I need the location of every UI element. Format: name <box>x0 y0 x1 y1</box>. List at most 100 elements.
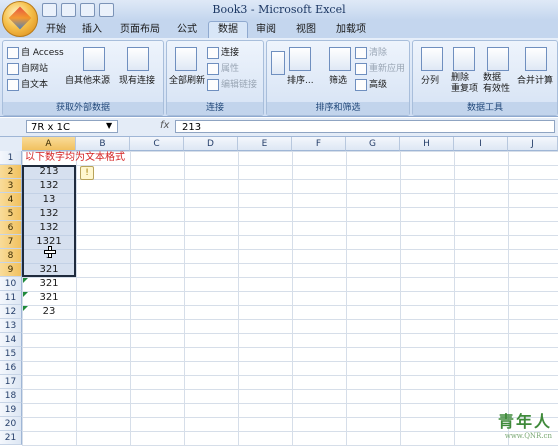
tab-page-layout[interactable]: 页面布局 <box>114 22 166 38</box>
row-header[interactable]: 9 <box>0 263 22 277</box>
reapply-button[interactable]: 重新应用 <box>355 61 405 75</box>
row-header[interactable]: 13 <box>0 319 22 333</box>
refresh-all-icon <box>175 47 197 71</box>
row-header[interactable]: 6 <box>0 221 22 235</box>
row-header[interactable]: 8 <box>0 249 22 263</box>
cell-a10[interactable]: 321 <box>22 277 76 291</box>
cell-a12[interactable]: 23 <box>22 305 76 319</box>
text-to-columns-button[interactable]: 分列 <box>421 73 439 86</box>
edit-links-button[interactable]: 编辑链接 <box>207 77 257 91</box>
cell-a5[interactable]: 132 <box>22 207 76 221</box>
column-header[interactable]: E <box>238 137 292 151</box>
group-connections-label: 连接 <box>167 102 263 115</box>
advanced-filter-icon <box>355 78 367 91</box>
row-header[interactable]: 15 <box>0 347 22 361</box>
row-header[interactable]: 11 <box>0 291 22 305</box>
column-header[interactable]: F <box>292 137 346 151</box>
existing-connections-button[interactable]: 现有连接 <box>119 73 155 86</box>
column-header[interactable]: B <box>76 137 130 151</box>
mouse-cross-cursor-icon <box>44 246 56 258</box>
row-header[interactable]: 19 <box>0 403 22 417</box>
row-header[interactable]: 17 <box>0 375 22 389</box>
from-access-button[interactable]: 自 Access <box>7 45 64 59</box>
group-external-label: 获取外部数据 <box>3 102 163 115</box>
group-external-data: 自 Access 自网站 自文本 自其他来源 现有连接 获取外部数据 <box>2 40 164 116</box>
row-header[interactable]: 1 <box>0 151 22 165</box>
cell-a3[interactable]: 132 <box>22 179 76 193</box>
data-validation-button[interactable]: 数据 有效性 <box>483 73 510 95</box>
row-header[interactable]: 7 <box>0 235 22 249</box>
column-header[interactable]: J <box>508 137 558 151</box>
row-header[interactable]: 21 <box>0 431 22 445</box>
sort-az-icon[interactable] <box>271 51 285 75</box>
sort-dialog-icon <box>289 47 311 71</box>
filter-button[interactable]: 筛选 <box>329 73 347 86</box>
formula-input[interactable]: 213 <box>175 120 555 133</box>
row-header[interactable]: 3 <box>0 179 22 193</box>
from-text-button[interactable]: 自文本 <box>7 77 48 91</box>
error-warning-icon[interactable]: ! <box>80 166 94 180</box>
from-web-label: 自网站 <box>21 64 49 74</box>
cell-a4[interactable]: 13 <box>22 193 76 207</box>
error-indicator-triangle <box>23 306 28 311</box>
name-box-dropdown-icon[interactable]: ▼ <box>106 121 112 130</box>
tab-view[interactable]: 视图 <box>290 22 322 38</box>
text-file-icon <box>7 78 19 91</box>
from-web-button[interactable]: 自网站 <box>7 61 48 75</box>
column-header[interactable]: H <box>400 137 454 151</box>
watermark-site: www.QNR.cn <box>504 432 552 440</box>
column-header[interactable]: G <box>346 137 400 151</box>
column-header[interactable]: I <box>454 137 508 151</box>
row-header[interactable]: 4 <box>0 193 22 207</box>
row-header[interactable]: 14 <box>0 333 22 347</box>
clear-filter-button[interactable]: 清除 <box>355 45 387 59</box>
cell-a6[interactable]: 132 <box>22 221 76 235</box>
row-header[interactable]: 2 <box>0 165 22 179</box>
from-access-label: 自 Access <box>21 48 64 58</box>
cell-a9[interactable]: 321 <box>22 263 76 277</box>
select-all-corner[interactable] <box>0 137 23 152</box>
cell-area[interactable] <box>22 151 558 446</box>
reapply-label: 重新应用 <box>369 64 406 74</box>
row-header[interactable]: 10 <box>0 277 22 291</box>
formula-bar: 7R x 1C ▼ fx 213 <box>0 118 558 137</box>
cell-a11[interactable]: 321 <box>22 291 76 305</box>
name-box[interactable]: 7R x 1C <box>26 120 118 133</box>
tab-formulas[interactable]: 公式 <box>170 22 204 38</box>
consolidate-icon <box>525 47 547 71</box>
row-header[interactable]: 20 <box>0 417 22 431</box>
from-other-sources-button[interactable]: 自其他来源 <box>65 73 110 86</box>
title-bar: Book3 - Microsoft Excel <box>0 0 558 21</box>
insert-function-button[interactable]: fx <box>160 120 169 131</box>
row-header[interactable]: 12 <box>0 305 22 319</box>
column-header[interactable]: A <box>22 137 76 151</box>
column-header[interactable]: C <box>130 137 184 151</box>
cell-a2[interactable]: 213 <box>22 165 76 179</box>
group-sort-filter: 排序... 筛选 清除 重新应用 高级 排序和筛选 <box>266 40 410 116</box>
properties-button[interactable]: 属性 <box>207 61 239 75</box>
tab-home[interactable]: 开始 <box>40 22 72 38</box>
remove-duplicates-icon <box>453 47 475 71</box>
group-sort-label: 排序和筛选 <box>267 102 409 115</box>
cell-a1[interactable]: 以下数字均为文本格式 <box>25 151 125 165</box>
row-header[interactable]: 16 <box>0 361 22 375</box>
consolidate-button[interactable]: 合并计算 <box>517 73 553 86</box>
tab-data[interactable]: 数据 <box>208 21 248 38</box>
group-connections: 全部刷新 连接 属性 编辑链接 连接 <box>166 40 264 116</box>
row-header[interactable]: 18 <box>0 389 22 403</box>
sort-button[interactable]: 排序... <box>287 73 314 86</box>
tab-addins[interactable]: 加载项 <box>330 22 372 38</box>
filter-icon <box>329 47 351 71</box>
watermark-brand: 青年人 <box>497 412 552 431</box>
connections-button[interactable]: 连接 <box>207 45 239 59</box>
column-header[interactable]: D <box>184 137 238 151</box>
office-button[interactable] <box>2 1 38 37</box>
remove-duplicates-button[interactable]: 删除 重复项 <box>451 73 478 95</box>
error-indicator-triangle <box>23 292 28 297</box>
refresh-all-button[interactable]: 全部刷新 <box>169 73 205 86</box>
tab-review[interactable]: 审阅 <box>250 22 282 38</box>
row-header[interactable]: 5 <box>0 207 22 221</box>
worksheet-grid: ABCDEFGHIJ 1 2 3 4 5 6 7 8 9 10 11 12 13 14 15 16 17 18 19… <box>0 137 558 446</box>
tab-insert[interactable]: 插入 <box>76 22 108 38</box>
advanced-filter-button[interactable]: 高级 <box>355 77 387 91</box>
